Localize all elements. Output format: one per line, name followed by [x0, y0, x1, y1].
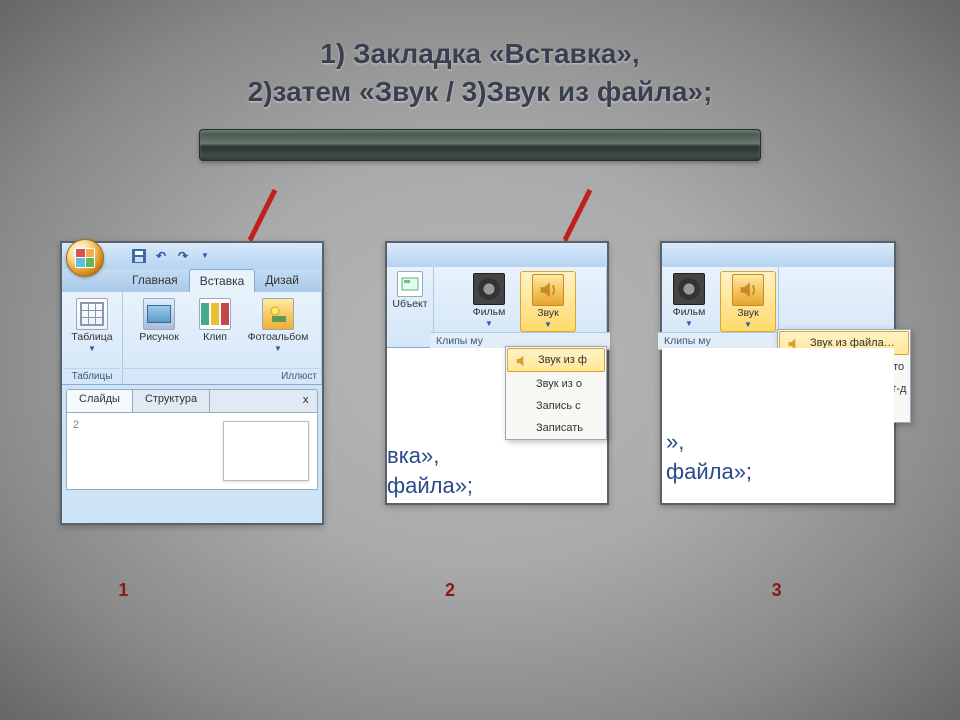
group-media: Фильм▼ Звук▼ Клипы му	[662, 267, 779, 347]
group-illustrations: Рисунок Клип Фотоальбом▼ Иллюст	[123, 292, 322, 384]
background-text-fragment: файла»;	[666, 459, 752, 485]
office-button[interactable]	[66, 239, 104, 277]
ribbon: Таблица▼ Таблицы Рисунок Клип Фотоальбом…	[62, 292, 322, 385]
slide-pane-tabs: Слайды Структура x	[66, 389, 318, 413]
photoalbum-icon	[262, 298, 294, 330]
pane-tab-outline[interactable]: Структура	[133, 390, 210, 412]
ribbon-media: Фильм▼ Звук▼ Клипы му Звук из файла… Зву…	[662, 267, 894, 348]
pane-tab-slides[interactable]: Слайды	[67, 390, 133, 412]
sound-button[interactable]: Звук▼	[520, 271, 576, 332]
table-button[interactable]: Таблица▼	[67, 296, 117, 353]
step-numbers: 1 2 3	[0, 580, 960, 601]
table-icon	[76, 298, 108, 330]
speaker-small-icon	[514, 353, 530, 369]
tab-insert[interactable]: Вставка	[189, 269, 256, 292]
menu-record-from-cd[interactable]: Запись с	[506, 395, 606, 417]
photoalbum-button[interactable]: Фотоальбом▼	[246, 296, 310, 353]
movie-button[interactable]: Фильм▼	[664, 271, 714, 332]
pane-close-icon[interactable]: x	[294, 390, 317, 412]
sound-button[interactable]: Звук▼	[720, 271, 776, 332]
ribbon-media: Uбъект Фильм▼ Звук▼ Клипы му	[387, 267, 607, 348]
undo-icon[interactable]: ↶	[152, 247, 170, 265]
film-reel-icon	[473, 273, 505, 305]
ribbon-tabs: Главная Вставка Дизай	[62, 269, 322, 292]
slide-thumb[interactable]	[223, 421, 309, 481]
qat-dropdown-icon[interactable]: ▼	[196, 247, 214, 265]
object-icon	[397, 271, 423, 297]
screenshot-3: Фильм▼ Звук▼ Клипы му Звук из файла… Зву…	[660, 241, 896, 505]
group-media: Фильм▼ Звук▼ Клипы му	[434, 267, 607, 347]
movie-button[interactable]: Фильм▼	[464, 271, 514, 332]
menu-sound-from-organizer[interactable]: Звук из о	[506, 373, 606, 395]
tab-design[interactable]: Дизай	[255, 269, 310, 292]
picture-icon	[143, 298, 175, 330]
menu-sound-from-file[interactable]: Звук из ф	[507, 348, 605, 372]
picture-button[interactable]: Рисунок	[134, 296, 184, 353]
background-text-fragment: файла»;	[387, 473, 473, 499]
speaker-icon	[732, 274, 764, 306]
slide-number: 2	[73, 419, 79, 431]
speaker-icon	[532, 274, 564, 306]
clip-button[interactable]: Клип	[190, 296, 240, 353]
background-text-fragment: »,	[666, 429, 684, 455]
screenshot-1: ↶ ↷ ▼ Главная Вставка Дизай Таблица▼ Таб…	[60, 241, 324, 525]
save-icon[interactable]	[130, 247, 148, 265]
menu-record-sound[interactable]: Записать	[506, 417, 606, 439]
screenshot-2: Uбъект Фильм▼ Звук▼ Клипы му	[385, 241, 609, 505]
quick-access-toolbar: ↶ ↷ ▼	[62, 243, 322, 269]
tab-home[interactable]: Главная	[122, 269, 189, 292]
slide-thumbnails: 2	[66, 413, 318, 490]
film-reel-icon	[673, 273, 705, 305]
object-button[interactable]: Uбъект	[387, 267, 434, 347]
clip-icon	[199, 298, 231, 330]
decorative-divider	[199, 129, 761, 161]
sound-dropdown-menu: Звук из ф Звук из о Запись с Записать	[505, 346, 607, 440]
redo-icon[interactable]: ↷	[174, 247, 192, 265]
group-tables: Таблица▼ Таблицы	[62, 292, 123, 384]
slide-title: 1) Закладка «Вставка», 2)затем «Звук / 3…	[0, 0, 960, 111]
background-text-fragment: вка»,	[387, 443, 439, 469]
